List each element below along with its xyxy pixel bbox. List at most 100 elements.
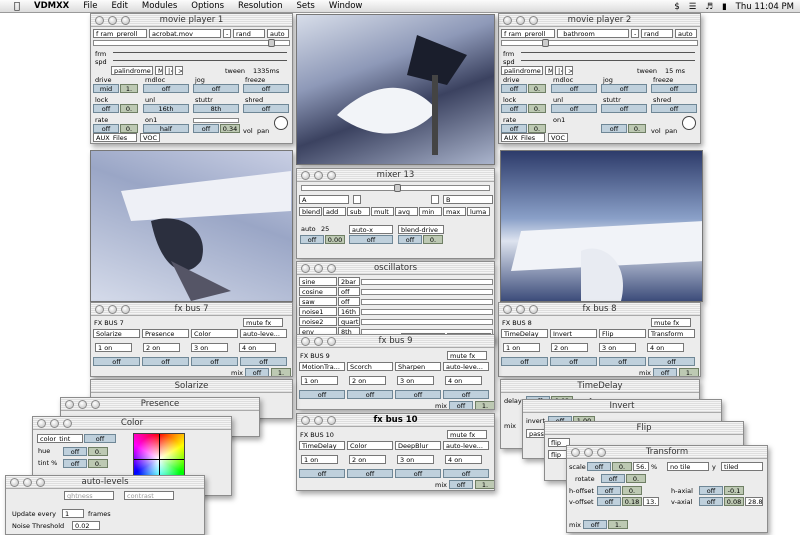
mixer-b-marker[interactable] (431, 195, 439, 204)
fx-slot-2[interactable]: Scorch (347, 362, 393, 371)
unl-button[interactable]: 16th (143, 104, 189, 113)
osc-noise1[interactable]: noise1 (299, 307, 337, 316)
h-offset-value[interactable]: 0. (622, 486, 642, 495)
fx-slot-2[interactable]: Invert (550, 329, 597, 338)
rotate-off-button[interactable]: off (601, 474, 625, 483)
osc-noise1-slider[interactable] (361, 308, 493, 315)
v-offset-off-button[interactable]: off (597, 497, 621, 506)
rand-button[interactable]: rand (233, 29, 265, 38)
freeze-button[interactable]: off (243, 84, 289, 93)
mix-value[interactable]: 1. (474, 401, 494, 409)
window-controls[interactable] (10, 478, 45, 487)
shred-button[interactable]: off (651, 104, 697, 113)
position-slider[interactable] (93, 39, 290, 47)
window-titlebar[interactable]: oscillators (297, 262, 494, 275)
mode-blend[interactable]: blend (299, 207, 322, 216)
osc-saw-slider[interactable] (361, 298, 493, 305)
contrast-tab[interactable]: contrast (124, 491, 174, 500)
auto-button[interactable]: auto (675, 29, 697, 38)
fx-on-2[interactable]: 2 on (349, 376, 386, 385)
window-controls[interactable] (503, 16, 538, 25)
fx-slot-3[interactable]: DeepBlur (395, 441, 441, 450)
osc-saw[interactable]: saw (299, 297, 337, 306)
lock-value[interactable]: 0. (528, 104, 546, 113)
fx-off-4[interactable]: off (443, 390, 489, 399)
mode-select[interactable]: palindrome (501, 66, 543, 75)
on1-button[interactable]: half (143, 124, 189, 133)
fx-on-1[interactable]: 1 on (95, 343, 132, 352)
noise-field[interactable]: 0.02 (72, 521, 100, 530)
fx-off-2[interactable]: off (347, 390, 393, 399)
vol-meter[interactable] (193, 118, 239, 123)
window-titlebar[interactable]: fx bus 7 (91, 303, 292, 316)
h-axial-off-button[interactable]: off (699, 486, 723, 495)
menu-sets[interactable]: Sets (296, 1, 314, 11)
mode-luma[interactable]: luma (467, 207, 490, 216)
blend-drive-button[interactable]: off (398, 235, 422, 244)
window-controls[interactable] (65, 400, 100, 409)
rate-value[interactable]: 0. (120, 124, 138, 133)
tile-y-select[interactable]: tiled (721, 462, 763, 471)
fx-on-3[interactable]: 3 on (397, 455, 434, 464)
freeze-button[interactable]: off (651, 84, 697, 93)
v-axial-off-button[interactable]: off (699, 497, 723, 506)
on1-value[interactable]: 0. (628, 124, 646, 133)
mode-min[interactable]: min (419, 207, 442, 216)
mode-avg[interactable]: avg (395, 207, 418, 216)
osc-sine-slider[interactable] (361, 278, 493, 285)
file-select[interactable]: _bathroom (557, 29, 629, 38)
window-controls[interactable] (301, 264, 336, 273)
mix-value[interactable]: 1. (678, 368, 699, 376)
fx-slot-4[interactable]: auto-leve... (240, 329, 287, 338)
window-titlebar[interactable]: fx bus 8 (499, 303, 700, 316)
fx-off-4[interactable]: off (240, 357, 287, 366)
fx-off-3[interactable]: off (191, 357, 238, 366)
lock-button[interactable]: off (501, 104, 527, 113)
window-titlebar[interactable]: Invert (523, 400, 721, 413)
color-tint-off[interactable]: off (84, 434, 116, 443)
next-button[interactable]: >| (175, 66, 183, 75)
fx-slot-4[interactable]: auto-leve... (443, 362, 489, 371)
stuttr-button[interactable]: 8th (193, 104, 239, 113)
on1-button[interactable]: off (601, 124, 627, 133)
window-titlebar[interactable]: fx bus 10 (297, 414, 494, 427)
window-titlebar[interactable]: auto-levels (6, 476, 204, 489)
fx-off-3[interactable]: off (395, 469, 441, 478)
v-axial-field[interactable]: 28.8 (745, 497, 763, 506)
fx-slot-3[interactable]: Flip (599, 329, 646, 338)
fx-off-4[interactable]: off (443, 469, 489, 478)
h-offset-off-button[interactable]: off (597, 486, 621, 495)
jog-button[interactable]: off (193, 84, 239, 93)
fx-slot-1[interactable]: TimeDelay (501, 329, 548, 338)
menu-clock[interactable]: Thu 11:04 PM (736, 2, 794, 12)
fx-off-4[interactable]: off (648, 357, 695, 366)
mixer-a-marker[interactable] (353, 195, 361, 204)
drive-value[interactable]: 1. (120, 84, 138, 93)
m-button[interactable]: M (155, 66, 163, 75)
scale-percent-field[interactable]: 56. (633, 462, 649, 471)
mix-off-button[interactable]: off (244, 368, 269, 376)
mixer-b-select[interactable]: B (443, 195, 493, 204)
m-button[interactable]: M (545, 66, 553, 75)
fx-on-3[interactable]: 3 on (599, 343, 636, 352)
fx-off-2[interactable]: off (550, 357, 597, 366)
mute-fx-button[interactable]: mute fx (447, 351, 487, 360)
crossfade-slider[interactable] (301, 184, 490, 192)
mix-off-button[interactable]: off (583, 520, 607, 529)
osc-cosine-slider[interactable] (361, 288, 493, 295)
window-titlebar[interactable]: Flip (545, 422, 743, 435)
auto-value-field[interactable]: 0.00 (325, 235, 345, 244)
vol-value[interactable]: 0.34 (220, 124, 240, 133)
drive-value[interactable]: 0. (528, 84, 546, 93)
osc-noise2-rate[interactable]: quart. (338, 317, 360, 326)
lock-button[interactable]: off (93, 104, 119, 113)
hue-value[interactable]: 0. (88, 447, 108, 456)
mode-mult[interactable]: mult (371, 207, 394, 216)
window-controls[interactable] (95, 16, 130, 25)
aux-files-button[interactable]: AUX_Files (501, 133, 545, 142)
fx-on-3[interactable]: 3 on (191, 343, 228, 352)
menu-edit[interactable]: Edit (111, 1, 127, 11)
fx-on-2[interactable]: 2 on (349, 455, 386, 464)
prev-button[interactable]: |< (555, 66, 563, 75)
mode-max[interactable]: max (443, 207, 466, 216)
